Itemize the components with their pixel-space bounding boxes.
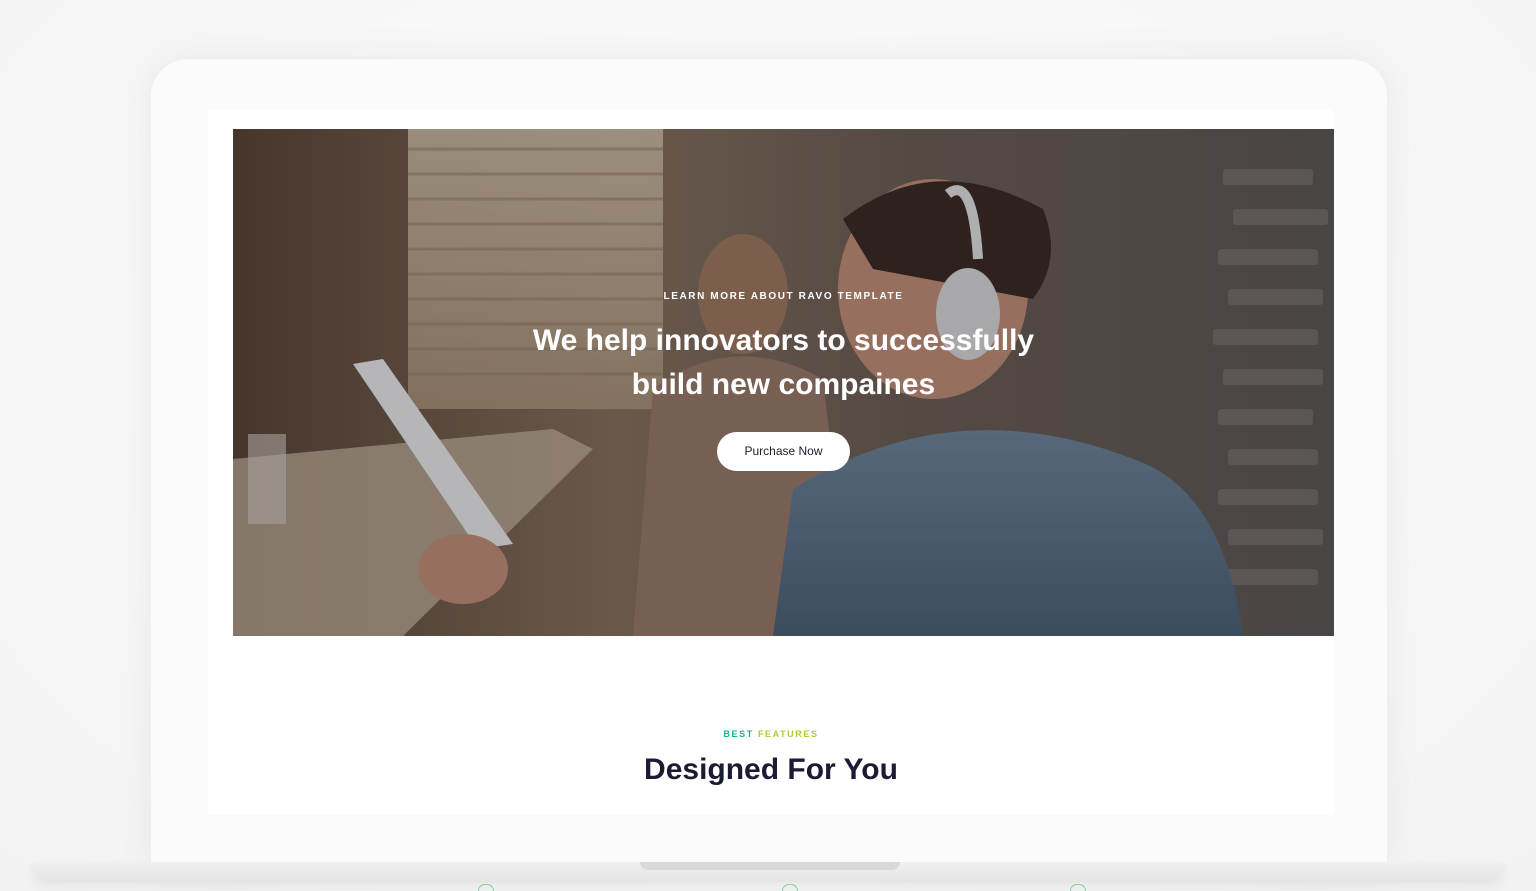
hero-section: LEARN MORE ABOUT RAVO TEMPLATE We help i… [233,129,1334,636]
peek-icon-2 [782,884,798,891]
laptop-screen: LEARN MORE ABOUT RAVO TEMPLATE We help i… [208,109,1334,815]
hero-eyebrow: LEARN MORE ABOUT RAVO TEMPLATE [663,291,904,302]
purchase-now-button[interactable]: Purchase Now [717,432,850,471]
peek-icon-3 [1070,884,1086,891]
features-section: BEST FEATURES Designed For You [208,729,1334,787]
features-eyebrow-word-2: FEATURES [757,729,819,739]
page-stage: LEARN MORE ABOUT RAVO TEMPLATE We help i… [0,0,1536,891]
hero-content: LEARN MORE ABOUT RAVO TEMPLATE We help i… [233,291,1334,471]
features-title: Designed For You [644,753,898,786]
features-eyebrow-word-1: BEST [723,729,754,739]
peek-icon-1 [478,884,494,891]
features-eyebrow: BEST FEATURES [208,729,1334,739]
laptop-notch [640,862,900,870]
hero-title: We help innovators to successfully build… [532,324,1035,401]
laptop-frame: LEARN MORE ABOUT RAVO TEMPLATE We help i… [150,58,1388,868]
